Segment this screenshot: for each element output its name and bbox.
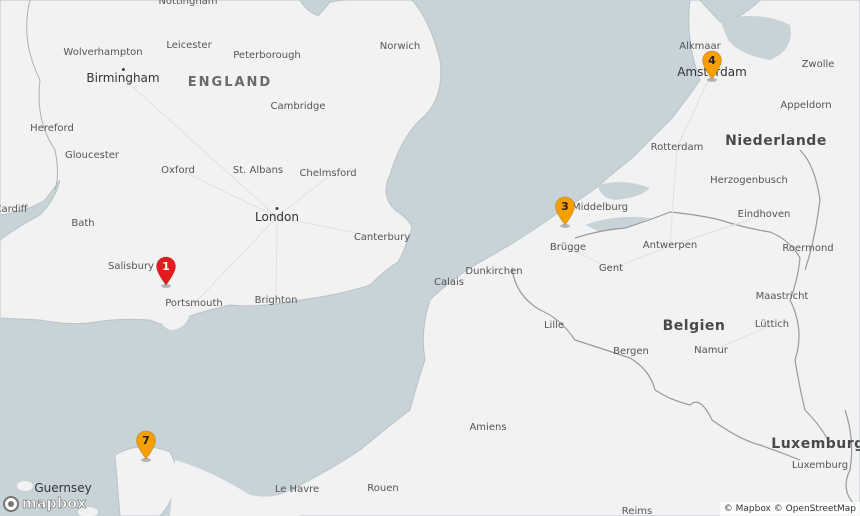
- place-label-stalbans: St. Albans: [232, 165, 284, 176]
- map-marker-1[interactable]: 1: [155, 256, 177, 288]
- place-label-chelmsford: Chelmsford: [299, 168, 357, 179]
- mapbox-logo-text: mapbox: [22, 496, 87, 513]
- attribution-mapbox-link[interactable]: © Mapbox: [724, 504, 771, 514]
- map-attribution: © Mapbox © OpenStreetMap: [719, 502, 860, 516]
- place-label-eindhoven: Eindhoven: [737, 209, 791, 220]
- map-marker-number: 4: [708, 54, 716, 67]
- place-label-leicester: Leicester: [166, 40, 212, 51]
- place-label-appeldorn: Appeldorn: [780, 100, 832, 111]
- map-canvas[interactable]: Nottingham Wolverhampton Leicester Peterbor…: [0, 0, 860, 516]
- place-label-middelburg: Middelburg: [571, 202, 629, 213]
- place-label-namur: Namur: [694, 345, 728, 356]
- attribution-osm-link[interactable]: © OpenStreetMap: [774, 504, 856, 514]
- map-marker-7[interactable]: 7: [135, 430, 157, 462]
- place-label-guernsey: Guernsey: [34, 481, 92, 495]
- place-label-herzogenbusch: Herzogenbusch: [710, 175, 788, 186]
- place-label-hereford: Hereford: [30, 123, 74, 134]
- place-label-antwerpen: Antwerpen: [642, 240, 698, 251]
- place-label-rotterdam: Rotterdam: [650, 142, 704, 153]
- place-label-bergen: Bergen: [613, 346, 649, 357]
- land-guernsey: [17, 481, 33, 491]
- place-label-roermond: Roermond: [782, 243, 834, 254]
- place-label-zwolle: Zwolle: [801, 59, 835, 70]
- place-label-salisbury: Salisbury: [108, 261, 154, 272]
- mapbox-logo-icon: [3, 496, 19, 512]
- place-label-rouen: Rouen: [367, 483, 399, 494]
- map-marker-3[interactable]: 3: [554, 196, 576, 228]
- place-label-reims: Reims: [621, 506, 653, 516]
- place-label-portsmouth: Portsmouth: [165, 298, 223, 309]
- place-label-lehavre: Le Havre: [274, 484, 320, 495]
- place-label-cambridge: Cambridge: [270, 101, 326, 112]
- place-label-bath: Bath: [71, 218, 95, 229]
- place-label-luxemburg-city: Luxemburg: [791, 460, 849, 471]
- place-label-nottingham: Nottingham: [158, 0, 218, 7]
- place-label-england: ENGLAND: [187, 75, 273, 90]
- place-label-belgien: Belgien: [662, 318, 726, 334]
- place-label-gent: Gent: [598, 263, 624, 274]
- place-label-wolverhampton: Wolverhampton: [63, 47, 143, 58]
- place-label-london: London: [255, 210, 299, 224]
- place-label-brighton: Brighton: [254, 295, 298, 306]
- place-label-cardiff: Cardiff: [0, 204, 28, 215]
- place-label-birmingham: Birmingham: [86, 71, 160, 85]
- place-label-gloucester: Gloucester: [64, 150, 120, 161]
- map-marker-number: 3: [561, 200, 569, 213]
- place-label-oxford: Oxford: [161, 165, 195, 176]
- place-label-canterbury: Canterbury: [353, 232, 411, 243]
- map-marker-number: 1: [162, 260, 170, 273]
- place-label-luxemburg-country: Luxemburg: [771, 436, 860, 452]
- place-label-calais: Calais: [433, 277, 465, 288]
- place-label-amiens: Amiens: [469, 422, 507, 433]
- mapbox-logo[interactable]: mapbox: [3, 496, 87, 512]
- map-marker-4[interactable]: 4: [701, 50, 723, 82]
- place-label-peterborough: Peterborough: [233, 50, 301, 61]
- place-label-maastricht: Maastricht: [755, 291, 809, 302]
- map-marker-number: 7: [142, 434, 150, 447]
- place-label-lille: Lille: [543, 320, 565, 331]
- place-label-luttich: Lüttich: [754, 319, 790, 330]
- place-label-niederlande: Niederlande: [725, 133, 827, 149]
- place-label-norwich: Norwich: [379, 41, 421, 52]
- place-label-dunkirchen: Dunkirchen: [465, 266, 523, 277]
- place-label-brugge: Brügge: [549, 242, 587, 253]
